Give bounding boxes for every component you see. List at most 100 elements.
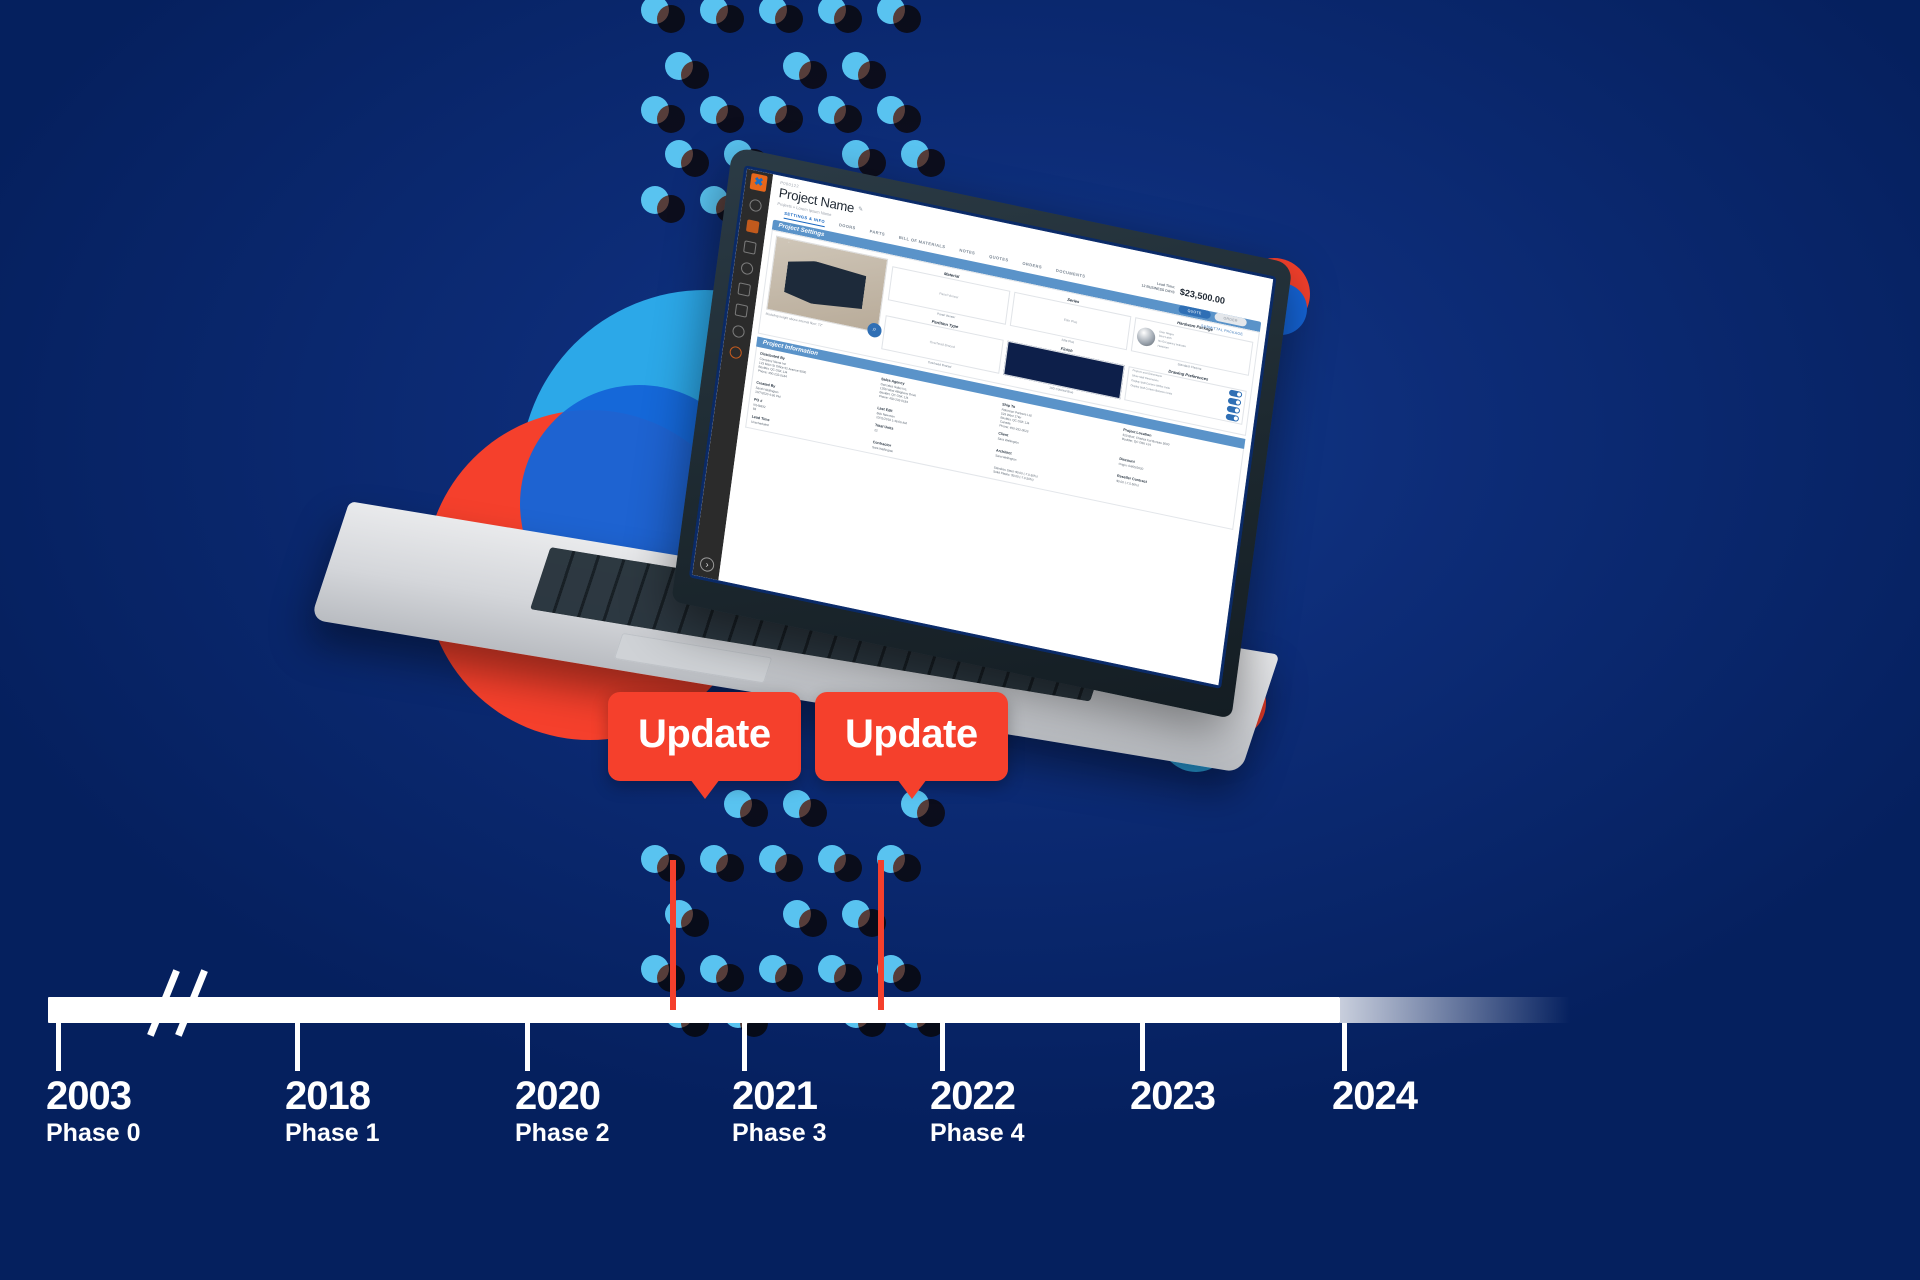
app-tabs[interactable]: SETTINGS & INFO DOORS PARTS BILL OF MATERIA… xyxy=(776,206,1261,319)
timeline-label-2021: 2021 Phase 3 xyxy=(732,1076,827,1146)
field-box[interactable]: Panel Veneer xyxy=(887,266,1011,325)
field-box[interactable] xyxy=(1002,340,1126,400)
timeline-tick-2024 xyxy=(1342,1023,1347,1071)
door-photo-shape xyxy=(783,256,867,314)
venn-dot xyxy=(700,0,746,33)
drawing-pref-toggles[interactable] xyxy=(1225,389,1243,423)
settings-field[interactable]: Series Elite Plus Elite Plus xyxy=(1009,286,1133,356)
edit-pencil-icon[interactable]: ✎ xyxy=(858,206,864,214)
sidebar-orders-icon[interactable] xyxy=(734,303,749,318)
quote-button[interactable]: QUOTE xyxy=(1178,304,1212,320)
tab-orders[interactable]: ORDERS xyxy=(1022,261,1042,273)
sidebar-doors-icon[interactable] xyxy=(743,240,757,255)
timeline-tick-2020 xyxy=(525,1023,530,1071)
tab-documents[interactable]: DOCUMENTS xyxy=(1055,268,1086,282)
settings-field[interactable]: Partition Type Overhead Braced Overhead Br… xyxy=(880,309,1004,379)
field-box[interactable]: Door Hinges Door Latch No Occupancy Indica… xyxy=(1131,317,1254,376)
info-line: Sara Wellington xyxy=(997,436,1020,445)
sidebar-help-icon[interactable] xyxy=(728,345,743,360)
field-title: Series xyxy=(1066,296,1080,305)
field-box[interactable]: Elite Plus xyxy=(1009,291,1132,351)
info-line: Gonzales Sales Inc. xyxy=(880,381,908,392)
info-column: Ship To Robinson Partners Ltd. 523 West 17… xyxy=(999,402,1117,451)
venn-dot xyxy=(665,52,711,89)
info-column: Architect Sara Wellington xyxy=(995,448,1112,485)
info-line: Phone: 450-232-0184 xyxy=(878,393,909,405)
toggle[interactable] xyxy=(1227,397,1242,407)
field-title: Material xyxy=(943,270,960,280)
app-window: ✖ › P000122 Project Name ✎ Projects » Lo… xyxy=(692,168,1274,686)
sidebar-reports-icon[interactable] xyxy=(740,261,754,276)
timeline-label-2003: 2003 Phase 0 xyxy=(46,1076,141,1146)
info-column: Contractor Sara Wellington xyxy=(872,440,988,473)
laptop-screen: ✖ › P000122 Project Name ✎ Projects » Lo… xyxy=(688,165,1277,689)
timeline-bar xyxy=(48,997,1340,1023)
info-heading: Reseller Contract xyxy=(1116,473,1148,485)
info-column: Created By Sarah Wellington 10/7/2020 4:36… xyxy=(755,381,872,418)
toggle[interactable] xyxy=(1225,413,1240,423)
field-caption: Elite Plus xyxy=(1061,337,1075,345)
settings-field[interactable]: Finish 10D Colonial Blue xyxy=(1002,335,1126,405)
sidebar-files-icon[interactable] xyxy=(737,282,752,297)
timeline: 2003 Phase 0 2018 Phase 1 2020 Phase 2 2021 Pha… xyxy=(0,692,1920,1280)
info-line: 1256 West Allegheny Drive xyxy=(879,385,917,398)
project-settings-panel: ⌕ Modeling height above internal floor: … xyxy=(757,229,1260,436)
order-button[interactable]: ORDER xyxy=(1213,312,1248,328)
info-heading: Created By xyxy=(756,380,776,389)
info-line: Canada xyxy=(999,419,1011,426)
info-line: 10/11/2018 1:46:06 AM xyxy=(875,414,908,426)
tab-settings-info[interactable]: SETTINGS & INFO xyxy=(783,210,826,228)
info-line: 83 xyxy=(752,406,757,412)
submittal-package-link[interactable]: SUBMITTAL PACKAGE xyxy=(1201,324,1244,337)
info-column: Discount Origin: 04/05/2020 xyxy=(1118,457,1235,494)
zoom-icon[interactable]: ⌕ xyxy=(866,321,883,339)
venn-dot xyxy=(783,900,829,937)
settings-field[interactable]: Drawing Preferences Project Level Dimensi… xyxy=(1124,360,1248,430)
tab-quotes[interactable]: QUOTES xyxy=(988,254,1009,266)
venn-dot xyxy=(700,96,746,133)
toggle[interactable] xyxy=(1226,405,1241,415)
info-heading: Distributed By xyxy=(759,351,786,361)
tab-parts[interactable]: PARTS xyxy=(869,229,885,240)
timeline-tick-2022 xyxy=(940,1023,945,1071)
timeline-phase: Phase 2 xyxy=(515,1119,610,1147)
hardware-sublabel: Hardware xyxy=(1157,344,1170,350)
toggle[interactable] xyxy=(1228,389,1243,399)
field-box[interactable]: Project Level Dimensions Show Stall Dimen… xyxy=(1124,366,1247,425)
project-settings-header: Project Settings xyxy=(771,219,1262,332)
drawing-pref-item: Display Stall Centers Between Units xyxy=(1130,383,1173,396)
app-sidebar[interactable]: ✖ › xyxy=(692,168,774,581)
callout-tail xyxy=(690,779,721,799)
sidebar-projects-icon[interactable] xyxy=(745,219,760,234)
info-line: Boulder, QC G5K 1J4 xyxy=(879,389,909,401)
update-callout-2[interactable]: Update xyxy=(815,692,1008,799)
timeline-year: 2003 xyxy=(46,1074,132,1118)
sidebar-expand-icon[interactable]: › xyxy=(699,556,716,573)
tab-notes[interactable]: NOTES xyxy=(959,247,975,258)
info-line: Sara Wellington xyxy=(871,444,894,454)
info-line: Robinson Partners Ltd. xyxy=(1001,407,1033,418)
venn-dot xyxy=(665,140,711,177)
info-heading: Last Edit xyxy=(877,405,893,414)
tab-bill-of-materials[interactable]: BILL OF MATERIALS xyxy=(898,235,946,253)
field-caption: Standard Chrome xyxy=(1177,362,1202,372)
info-heading: Sales Agency xyxy=(880,376,905,386)
update-callout-1[interactable]: Update xyxy=(608,692,801,799)
field-box[interactable]: Overhead Braced xyxy=(881,315,1004,374)
field-title: Finish xyxy=(1060,345,1073,354)
hardware-sublabel: No Occupancy Indicator xyxy=(1158,339,1187,349)
info-heading: Architect xyxy=(995,448,1012,456)
settings-field[interactable]: Hardware Package Door Hinges Door Latch No … xyxy=(1130,311,1254,381)
info-column: Client Sara Wellington xyxy=(997,431,1114,468)
venn-dot xyxy=(700,845,746,882)
sidebar-dashboard-icon[interactable] xyxy=(748,198,763,213)
venn-dot xyxy=(818,96,864,133)
info-heading: Total Units xyxy=(874,422,894,431)
tab-doors[interactable]: DOORS xyxy=(838,222,856,234)
info-line: 523 West 17ter xyxy=(1000,411,1022,420)
action-button-row[interactable]: QUOTE ORDER xyxy=(1178,304,1248,328)
field-value: Overhead Braced xyxy=(929,339,956,350)
sidebar-settings-icon[interactable] xyxy=(731,324,746,339)
project-information-title: Project Information xyxy=(762,339,819,358)
settings-field[interactable]: Material Panel Veneer Panel Veneer xyxy=(887,260,1011,330)
